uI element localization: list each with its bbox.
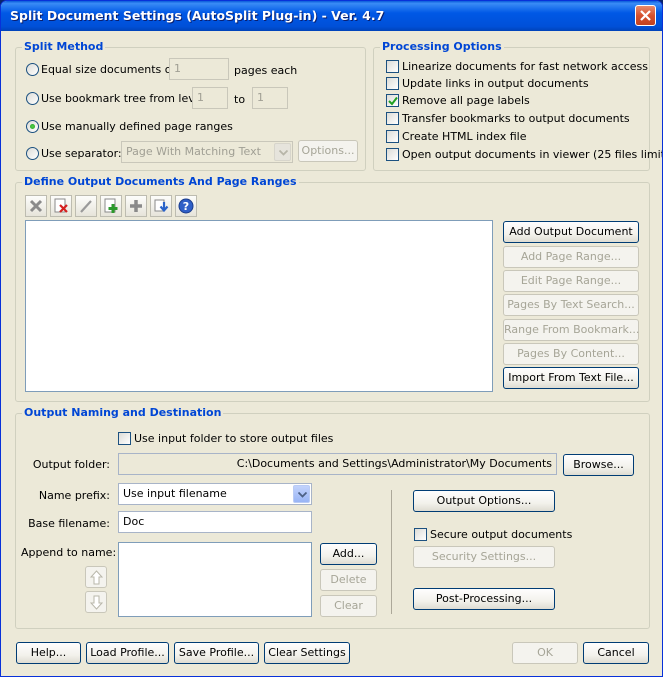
- equal-size-pages-input[interactable]: 1: [169, 58, 229, 80]
- security-settings-button[interactable]: Security Settings...: [413, 546, 555, 568]
- processing-options-title: Processing Options: [380, 40, 504, 53]
- processing-option-label: Update links in output documents: [402, 77, 589, 90]
- use-input-folder-label: Use input folder to store output files: [134, 432, 334, 445]
- processing-option-checkbox[interactable]: [386, 148, 399, 161]
- clear-settings-button[interactable]: Clear Settings: [264, 642, 350, 664]
- title-bar[interactable]: Split Document Settings (AutoSplit Plug-…: [1, 1, 662, 31]
- toolbar-delete-document-button[interactable]: [50, 195, 72, 217]
- output-folder-label: Output folder:: [32, 458, 110, 471]
- use-input-folder-checkbox[interactable]: [118, 432, 131, 445]
- radio-equal-size[interactable]: [26, 63, 39, 76]
- bookmark-level-from-input[interactable]: 1: [192, 87, 228, 109]
- to-label: to: [234, 93, 246, 106]
- append-delete-button[interactable]: Delete: [320, 569, 377, 591]
- import-arrow-icon: [154, 199, 169, 213]
- ok-button[interactable]: OK: [512, 642, 578, 664]
- name-prefix-value: Use input filename: [123, 487, 227, 500]
- split-method-title: Split Method: [22, 40, 106, 53]
- range-from-bookmark-button[interactable]: Range From Bookmark...: [503, 319, 639, 341]
- pages-each-label: pages each: [234, 64, 298, 77]
- processing-option-label: Linearize documents for fast network acc…: [402, 60, 649, 73]
- radio-manual-ranges[interactable]: [26, 120, 39, 133]
- move-up-button[interactable]: [85, 566, 107, 588]
- pencil-icon: [80, 200, 92, 213]
- toolbar-add-document-button[interactable]: [100, 195, 122, 217]
- split-document-settings-dialog: Split Document Settings (AutoSplit Plug-…: [0, 0, 663, 677]
- output-folder-field[interactable]: C:\Documents and Settings\Administrator\…: [118, 453, 557, 475]
- processing-option-checkbox[interactable]: [386, 94, 399, 107]
- bookmark-level-to-input[interactable]: 1: [252, 87, 288, 109]
- arrow-up-icon: [90, 570, 103, 585]
- name-prefix-dropdown-button[interactable]: [293, 485, 310, 503]
- edit-page-range-button[interactable]: Edit Page Range...: [503, 270, 639, 292]
- radio-separator[interactable]: [26, 147, 39, 160]
- toolbar-import-button[interactable]: [150, 195, 172, 217]
- separator-options-button[interactable]: Options...: [298, 140, 358, 162]
- processing-option-checkbox[interactable]: [386, 112, 399, 125]
- secure-output-checkbox[interactable]: [414, 528, 427, 541]
- name-prefix-label: Name prefix:: [38, 489, 110, 502]
- toolbar-edit-button[interactable]: [75, 195, 97, 217]
- separator-dropdown-button[interactable]: [274, 143, 291, 161]
- checkmark-icon: [388, 96, 398, 106]
- processing-option-checkbox[interactable]: [386, 77, 399, 90]
- radio-bookmark-tree[interactable]: [26, 92, 39, 105]
- add-page-range-button[interactable]: Add Page Range...: [503, 246, 639, 268]
- processing-option-label: Open output documents in viewer (25 file…: [402, 148, 663, 161]
- pages-by-text-search-button[interactable]: Pages By Text Search...: [503, 294, 639, 316]
- toolbar-add-range-button[interactable]: [125, 195, 147, 217]
- help-icon: ?: [178, 198, 194, 214]
- bookmark-tree-label: Use bookmark tree from level: [41, 92, 205, 105]
- save-profile-button[interactable]: Save Profile...: [174, 642, 259, 664]
- processing-option-label: Create HTML index file: [402, 130, 527, 143]
- close-button[interactable]: [635, 5, 656, 26]
- equal-size-label: Equal size documents of: [41, 63, 176, 76]
- secure-output-label: Secure output documents: [430, 528, 573, 541]
- load-profile-button[interactable]: Load Profile...: [86, 642, 169, 664]
- processing-option-label: Transfer bookmarks to output documents: [402, 112, 630, 125]
- delete-x-icon: [29, 199, 43, 213]
- move-down-button[interactable]: [85, 591, 107, 613]
- browse-button[interactable]: Browse...: [563, 454, 634, 476]
- toolbar-help-button[interactable]: ?: [175, 195, 197, 217]
- vertical-separator: [391, 490, 392, 614]
- processing-option-label: Remove all page labels: [402, 94, 530, 107]
- base-filename-input[interactable]: Doc: [118, 511, 312, 533]
- add-output-document-button[interactable]: Add Output Document: [503, 221, 639, 243]
- append-add-button[interactable]: Add...: [320, 543, 377, 565]
- svg-text:?: ?: [183, 200, 189, 213]
- name-prefix-select[interactable]: Use input filename: [118, 483, 312, 505]
- pages-by-content-button[interactable]: Pages By Content...: [503, 343, 639, 365]
- processing-option-checkbox[interactable]: [386, 60, 399, 73]
- help-button[interactable]: Help...: [16, 642, 81, 664]
- close-icon: [640, 10, 651, 21]
- import-from-text-file-button[interactable]: Import From Text File...: [503, 367, 639, 389]
- cancel-button[interactable]: Cancel: [583, 642, 649, 664]
- processing-option-checkbox[interactable]: [386, 130, 399, 143]
- append-clear-button[interactable]: Clear: [320, 595, 377, 617]
- window-title: Split Document Settings (AutoSplit Plug-…: [10, 8, 385, 23]
- separator-label: Use separator:: [41, 147, 122, 160]
- append-to-name-label: Append to name:: [21, 546, 117, 559]
- delete-document-icon: [54, 198, 68, 213]
- base-filename-label: Base filename:: [28, 517, 110, 530]
- chevron-down-icon: [298, 492, 307, 498]
- add-document-icon: [104, 198, 118, 213]
- post-processing-button[interactable]: Post-Processing...: [413, 588, 555, 610]
- toolbar-delete-button[interactable]: [25, 195, 47, 217]
- plus-icon: [130, 200, 142, 212]
- append-to-name-list[interactable]: [118, 542, 312, 617]
- radio-selected-dot: [30, 124, 35, 129]
- chevron-down-icon: [279, 150, 288, 156]
- output-options-button[interactable]: Output Options...: [413, 490, 555, 512]
- output-naming-title: Output Naming and Destination: [22, 406, 224, 419]
- define-output-title: Define Output Documents And Page Ranges: [22, 175, 299, 188]
- separator-select[interactable]: Page With Matching Text: [121, 141, 293, 163]
- manual-ranges-label: Use manually defined page ranges: [41, 120, 233, 133]
- output-documents-list[interactable]: [25, 220, 493, 392]
- separator-select-value: Page With Matching Text: [126, 145, 261, 158]
- arrow-down-icon: [90, 595, 103, 610]
